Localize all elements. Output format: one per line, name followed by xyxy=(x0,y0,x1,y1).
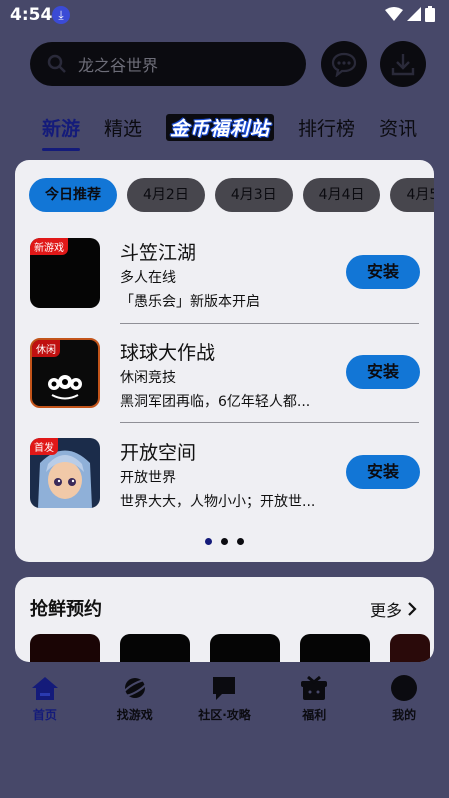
more-label: 更多 xyxy=(369,601,402,620)
wifi-icon xyxy=(385,7,403,21)
tab-featured[interactable]: 精选 xyxy=(104,114,142,141)
gift-icon xyxy=(300,674,328,702)
download-icon xyxy=(391,54,415,76)
reserve-game-thumb[interactable] xyxy=(300,634,370,662)
category-tabs: 新游 精选 金币福利站 排行榜 资讯 xyxy=(42,114,441,154)
nav-welfare[interactable]: 福利 xyxy=(269,662,359,732)
game-name: 球球大作战 xyxy=(120,342,216,364)
nav-profile[interactable]: 我的 xyxy=(359,662,449,732)
message-icon xyxy=(331,52,357,77)
section-title: 抢鲜预约 xyxy=(30,599,102,620)
ball-character-image xyxy=(48,375,82,400)
tab-rankings[interactable]: 排行榜 xyxy=(298,114,355,141)
reserve-game-thumb[interactable] xyxy=(30,634,100,662)
chip-date[interactable]: 4月4日 xyxy=(302,178,381,212)
game-icon: 新游戏 xyxy=(30,238,100,308)
tab-coin-welfare[interactable]: 金币福利站 xyxy=(166,114,275,141)
pager-dots xyxy=(205,538,244,545)
pager-dot-active[interactable] xyxy=(205,538,212,545)
divider xyxy=(120,323,419,324)
game-tag: 新游戏 xyxy=(30,238,68,255)
status-time: 4:54 xyxy=(10,5,53,25)
pager-dot[interactable] xyxy=(237,538,244,545)
game-name: 开放空间 xyxy=(120,442,197,464)
game-icon: 休闲 xyxy=(30,338,100,408)
reserve-game-thumb[interactable] xyxy=(210,634,280,662)
game-description: 黑洞军团再临，6亿年轻人都... xyxy=(120,394,311,410)
download-notification-icon: ⤓ xyxy=(52,6,70,24)
download-button[interactable] xyxy=(380,41,426,87)
reserve-game-thumb[interactable] xyxy=(390,634,430,662)
signal-icon xyxy=(407,7,421,21)
search-bar[interactable]: 龙之谷世界 xyxy=(30,42,306,86)
nav-find-games[interactable]: 找游戏 xyxy=(90,662,180,732)
nav-label: 福利 xyxy=(302,708,327,722)
game-name: 斗笠江湖 xyxy=(120,242,197,264)
game-description: 世界大大，人物小小；开放世... xyxy=(120,494,316,510)
status-icons xyxy=(385,6,435,22)
install-button[interactable]: 安装 xyxy=(346,255,420,289)
date-chips: 今日推荐 4月2日 4月3日 4月4日 4月5日 xyxy=(29,178,434,212)
nav-label: 社区·攻略 xyxy=(198,708,251,722)
game-list-item[interactable]: 新游戏 斗笠江湖 多人在线 「愚乐会」新版本开启 安装 xyxy=(30,238,420,314)
chat-icon xyxy=(210,674,238,702)
bottom-navigation: 首页 找游戏 社区·攻略 福利 我的 xyxy=(0,662,449,732)
tab-new-games[interactable]: 新游 xyxy=(42,114,81,151)
home-icon xyxy=(31,674,59,702)
game-category: 休闲竞技 xyxy=(120,370,176,386)
game-icon: 首发 xyxy=(30,438,100,508)
battery-icon xyxy=(425,6,435,22)
nav-label: 找游戏 xyxy=(116,708,153,722)
reserve-thumbnails xyxy=(30,634,430,662)
profile-icon xyxy=(390,674,418,702)
message-button[interactable] xyxy=(321,41,367,87)
tab-news[interactable]: 资讯 xyxy=(379,114,417,141)
game-list-item[interactable]: 首发 开放空间 开放世界 世界大大，人物小小；开放世... 安装 xyxy=(30,438,420,514)
planet-icon xyxy=(121,674,149,702)
nav-label: 我的 xyxy=(392,708,417,722)
chevron-right-icon xyxy=(408,602,417,616)
game-tag: 首发 xyxy=(30,438,58,455)
nav-home[interactable]: 首页 xyxy=(0,662,90,732)
divider xyxy=(120,422,419,423)
chip-date[interactable]: 4月3日 xyxy=(214,178,293,212)
new-games-card: 今日推荐 4月2日 4月3日 4月4日 4月5日 新游戏 斗笠江湖 多人在线 「… xyxy=(15,160,434,562)
search-placeholder: 龙之谷世界 xyxy=(78,56,159,75)
game-category: 多人在线 xyxy=(120,270,176,286)
search-icon xyxy=(47,54,66,73)
game-description: 「愚乐会」新版本开启 xyxy=(120,294,260,310)
chip-date[interactable]: 4月5日 xyxy=(390,178,434,212)
nav-community[interactable]: 社区·攻略 xyxy=(180,662,270,732)
game-list-item[interactable]: 休闲 球球大作战 休闲竞技 黑洞军团再临，6亿年轻人都... 安装 xyxy=(30,338,420,414)
reserve-section: 抢鲜预约 更多 xyxy=(15,577,434,662)
install-button[interactable]: 安装 xyxy=(346,455,420,489)
pager-dot[interactable] xyxy=(221,538,228,545)
game-category: 开放世界 xyxy=(120,470,176,486)
chip-date[interactable]: 4月2日 xyxy=(127,178,205,212)
install-button[interactable]: 安装 xyxy=(346,355,420,389)
chip-today[interactable]: 今日推荐 xyxy=(29,178,117,212)
nav-label: 首页 xyxy=(32,708,57,722)
reserve-game-thumb[interactable] xyxy=(120,634,190,662)
more-link[interactable]: 更多 xyxy=(370,597,418,621)
